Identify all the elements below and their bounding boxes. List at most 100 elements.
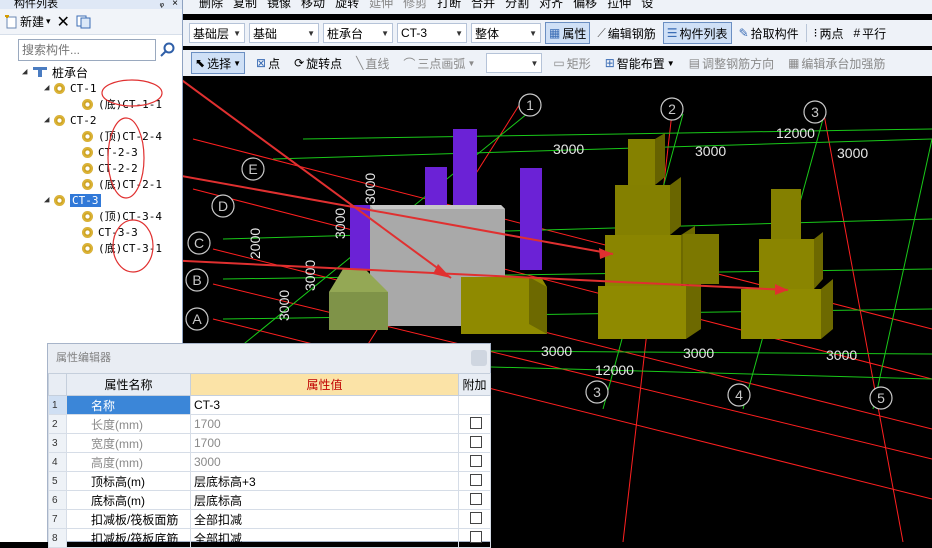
parallel-button[interactable]: # 平行 — [850, 22, 889, 44]
offset-button[interactable]: 偏移 — [573, 0, 597, 9]
floor-select[interactable]: 基础层 ▼ — [189, 23, 245, 43]
chevron-down-icon: ▼ — [530, 58, 539, 68]
attach-checkbox[interactable] — [470, 511, 482, 524]
draw-toolbar: ⬉ 选择 ▼ ⊠ 点 ⟳ 旋转点 ╲ 直线 ⌒ 三点画弧 ▼ ▼ ▭ 矩形 ⊞ 智能布置 ▼ ▤ 调整… — [183, 50, 932, 76]
smart-layout-label: 智能布置 — [616, 56, 665, 71]
table-row[interactable]: 3 宽度(mm) 1700 — [48, 433, 491, 453]
table-row[interactable]: 5 顶标高(m) 层底标高+3 — [48, 471, 491, 491]
rotate-button[interactable]: 旋转 — [335, 0, 359, 9]
close-button[interactable] — [471, 350, 487, 366]
rebar-icon: ⟋ — [597, 25, 606, 40]
component-list-label: 构件列表 — [679, 26, 728, 41]
dim-label: 3000 — [826, 347, 857, 363]
edit-cap-rebar-button[interactable]: ▦ 编辑承台加强筋 — [785, 52, 888, 74]
stretch-button[interactable]: 拉伸 — [607, 0, 631, 9]
dim-label: 3000 — [541, 343, 572, 359]
attach-checkbox[interactable] — [470, 473, 482, 486]
settings-button[interactable]: 设 — [641, 0, 653, 9]
dim-label: 12000 — [776, 125, 815, 141]
property-value[interactable]: 3000 — [190, 452, 459, 472]
rect-icon: ▭ — [553, 56, 565, 70]
rect-button[interactable]: ▭ 矩形 — [550, 52, 593, 74]
arc-option-select[interactable]: ▼ — [486, 53, 543, 73]
merge-button[interactable]: 合并 — [471, 0, 495, 9]
annotation-ellipses — [101, 79, 163, 273]
table-row[interactable]: 7 扣减板/筏板面筋 全部扣减 — [48, 509, 491, 529]
dim-label: 3000 — [302, 260, 318, 291]
property-name: 名称 — [66, 395, 191, 415]
point-button[interactable]: ⊠ 点 — [253, 52, 283, 74]
copy-button[interactable]: 复制 — [233, 0, 257, 9]
dim-label: 3000 — [553, 141, 584, 157]
property-value[interactable]: 层底标高 — [190, 490, 459, 510]
adjust-rebar-icon: ▤ — [688, 56, 701, 70]
dim-label: 3000 — [683, 345, 714, 361]
two-points-button[interactable]: ⁝ 两点 — [811, 22, 847, 44]
parallel-label: 平行 — [862, 26, 887, 41]
attach-checkbox[interactable] — [470, 435, 482, 448]
axis-label: 1 — [526, 97, 534, 113]
line-button[interactable]: ╲ 直线 — [353, 52, 392, 74]
pick-icon: ✎ — [738, 26, 749, 40]
axis-label: 3 — [593, 384, 601, 400]
attach-checkbox[interactable] — [470, 492, 482, 505]
property-value[interactable]: 全部扣减 — [190, 528, 459, 548]
mode-select[interactable]: 整体 ▼ — [471, 23, 541, 43]
property-name: 扣减板/筏板面筋 — [66, 509, 191, 529]
parallel-icon: # — [853, 26, 861, 40]
split-button[interactable]: 分割 — [505, 0, 529, 9]
smart-layout-button[interactable]: ⊞ 智能布置 ▼ — [602, 52, 678, 74]
component-list-button[interactable]: ☰ 构件列表 — [662, 22, 732, 44]
type-select[interactable]: 桩承台 ▼ — [323, 23, 393, 43]
ct2-cap[interactable] — [461, 277, 547, 334]
property-table: 属性名称 属性值 附加 1 名称 CT-3 2 长度(mm) 1700 3 宽度… — [48, 373, 491, 548]
pick-component-button[interactable]: ✎ 拾取构件 — [736, 22, 802, 44]
align-button[interactable]: 对齐 — [539, 0, 563, 9]
property-value[interactable]: 全部扣减 — [190, 509, 459, 529]
chevron-down-icon: ▼ — [666, 58, 675, 68]
column-header — [48, 373, 67, 396]
table-row[interactable]: 4 高度(mm) 3000 — [48, 452, 491, 472]
mirror-button[interactable]: 镜像 — [267, 0, 291, 9]
select-button[interactable]: ⬉ 选择 ▼ — [191, 52, 245, 74]
edit-rebar-button[interactable]: ⟋ 编辑钢筋 — [594, 22, 658, 44]
floor-value: 基础层 — [193, 26, 230, 41]
attach-cell — [458, 414, 491, 434]
chevron-down-icon: ▼ — [233, 28, 241, 38]
move-button[interactable]: 移动 — [301, 0, 325, 9]
cap-rebar-icon: ▦ — [788, 56, 800, 70]
property-value[interactable]: CT-3 — [190, 395, 459, 415]
property-value[interactable]: 1700 — [190, 414, 459, 434]
attach-checkbox[interactable] — [470, 530, 482, 543]
row-number: 7 — [48, 509, 67, 529]
arc-button[interactable]: ⌒ 三点画弧 ▼ — [400, 52, 478, 74]
dim-label: 3000 — [837, 145, 868, 161]
table-row[interactable]: 2 长度(mm) 1700 — [48, 414, 491, 434]
table-row[interactable]: 8 扣减板/筏板底筋 全部扣减 — [48, 528, 491, 548]
category-select[interactable]: 基础 ▼ — [249, 23, 319, 43]
axis-label: C — [194, 235, 204, 251]
attach-cell — [458, 528, 491, 548]
delete-button[interactable]: 删除 — [199, 0, 223, 9]
break-button[interactable]: 打断 — [437, 0, 461, 9]
table-row[interactable]: 1 名称 CT-3 — [48, 395, 491, 415]
properties-button[interactable]: ▦ 属性 — [545, 22, 591, 44]
property-value[interactable]: 1700 — [190, 433, 459, 453]
adjust-rebar-button[interactable]: ▤ 调整钢筋方向 — [686, 52, 777, 74]
attach-checkbox[interactable] — [470, 416, 482, 429]
axis-label: E — [248, 161, 257, 177]
rotate-point-button[interactable]: ⟳ 旋转点 — [291, 52, 345, 74]
extend-button[interactable]: 延伸 — [369, 0, 393, 9]
trim-button[interactable]: 修剪 — [403, 0, 427, 9]
property-value[interactable]: 层底标高+3 — [190, 471, 459, 491]
chevron-down-icon: ▼ — [307, 28, 315, 38]
attach-cell — [458, 395, 491, 415]
two-points-icon: ⁝ — [813, 26, 818, 40]
property-name: 底标高(m) — [66, 490, 191, 510]
component-toolbar: 基础层 ▼ 基础 ▼ 桩承台 ▼ CT-3 ▼ 整体 ▼ ▦ 属性 ⟋ 编辑钢筋 ☰ 构件列表 … — [183, 20, 932, 46]
component-select[interactable]: CT-3 ▼ — [397, 23, 467, 43]
attach-checkbox[interactable] — [470, 454, 482, 467]
table-row[interactable]: 6 底标高(m) 层底标高 — [48, 490, 491, 510]
chevron-down-icon: ▼ — [455, 28, 463, 38]
property-name: 长度(mm) — [66, 414, 191, 434]
